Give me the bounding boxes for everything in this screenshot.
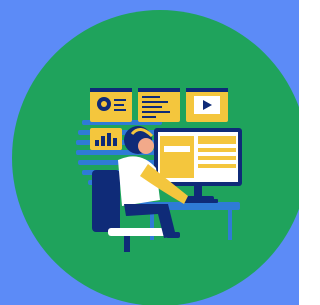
illustration-canvas — [0, 0, 299, 305]
code-lines-icon — [138, 88, 180, 122]
settings-gear-icon — [90, 88, 132, 122]
video-play-icon — [186, 88, 228, 122]
keyboard — [182, 199, 218, 203]
bar-chart-icon — [90, 128, 122, 150]
